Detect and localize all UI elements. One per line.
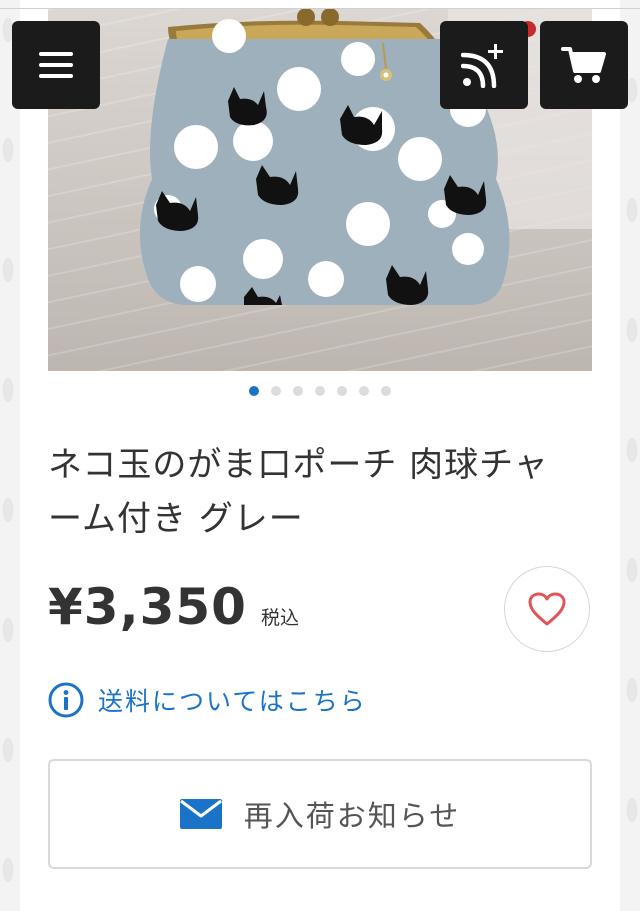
gallery-dot[interactable] (293, 386, 303, 396)
cart-button[interactable] (540, 21, 628, 109)
menu-button[interactable] (12, 21, 100, 109)
price-row: ¥3,350 税込 (48, 578, 299, 636)
tax-label: 税込 (260, 607, 299, 629)
gallery-dot[interactable] (249, 386, 259, 396)
shopping-cart-icon (561, 47, 606, 83)
heart-icon (528, 592, 566, 626)
follow-feed-button[interactable] (440, 21, 528, 109)
mail-icon (179, 799, 222, 829)
favorite-button[interactable] (504, 566, 590, 652)
product-title: ネコ玉のがま口ポーチ 肉球チャーム付き グレー (48, 445, 549, 539)
restock-notify-button[interactable]: 再入荷お知らせ (48, 759, 592, 869)
gallery-dot[interactable] (315, 386, 325, 396)
gallery-dot[interactable] (271, 386, 281, 396)
info-circle-icon (48, 682, 84, 718)
gallery-dot[interactable] (337, 386, 347, 396)
gallery-dot[interactable] (359, 386, 369, 396)
hamburger-menu-icon (39, 52, 73, 78)
restock-label: 再入荷お知らせ (243, 799, 461, 833)
gallery-indicator (0, 386, 640, 396)
shipping-info-link[interactable]: 送料についてはこちら (48, 682, 367, 718)
rss-follow-icon (461, 44, 503, 88)
shipping-link-text: 送料についてはこちら (98, 687, 367, 716)
product-price: ¥3,350 (48, 578, 247, 636)
gallery-dot[interactable] (381, 386, 391, 396)
